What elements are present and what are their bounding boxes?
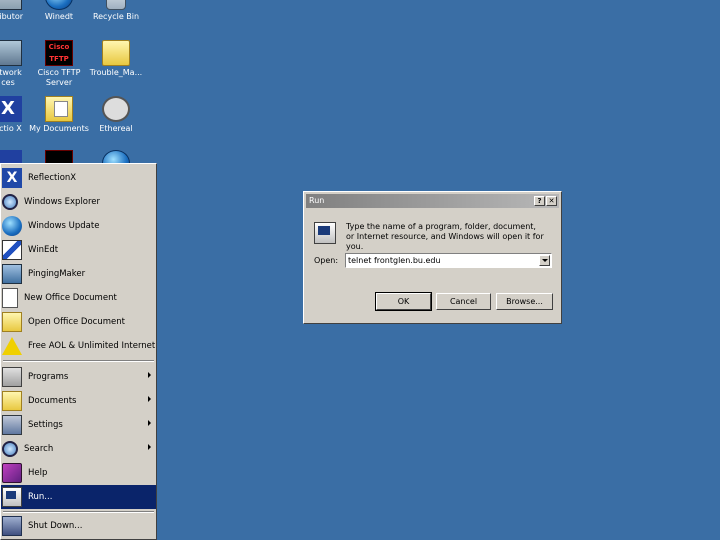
submenu-arrow-icon	[148, 420, 151, 426]
desktop-icon-label: Cisco TFTP Server	[37, 68, 81, 87]
menu-item-label: Help	[28, 468, 48, 478]
menu-item-label: PingingMaker	[28, 269, 86, 279]
run-icon	[314, 222, 336, 244]
settings-icon	[2, 415, 22, 435]
help-button[interactable]: ?	[534, 196, 545, 206]
dialog-description: Type the name of a program, folder, docu…	[346, 222, 544, 251]
menu-item-label: Shut Down...	[28, 521, 83, 531]
shutdown-icon	[2, 516, 22, 536]
programs-icon	[2, 367, 22, 387]
desktop-icon-label: My Documents	[29, 124, 89, 133]
menu-item-label: WinEdt	[28, 245, 59, 255]
dialog-title-bar[interactable]: Run ? ✕	[306, 194, 559, 208]
menu-item-label: ReflectionX	[28, 173, 77, 183]
magnifier-icon	[2, 194, 18, 210]
desktop-icon-winedt[interactable]: Winedt	[29, 0, 89, 22]
globe-icon	[45, 0, 73, 10]
start-menu-item-run[interactable]: Run...	[1, 485, 156, 509]
aol-icon	[2, 337, 22, 355]
help-icon	[2, 463, 22, 483]
desktop-icon-my-documents[interactable]: My Documents	[29, 96, 89, 134]
menu-item-label: Free AOL & Unlimited Internet	[28, 341, 156, 351]
folder-icon	[2, 391, 22, 411]
pen-icon	[2, 240, 22, 260]
document-icon	[2, 288, 18, 308]
recycle-bin-icon	[106, 0, 126, 10]
menu-item-label: Windows Explorer	[24, 197, 101, 207]
close-button[interactable]: ✕	[546, 196, 557, 206]
desktop-icon-label: Winedt	[44, 12, 74, 21]
start-menu-item-winedt[interactable]: WinEdt	[1, 238, 156, 262]
menu-item-label: New Office Document	[24, 293, 117, 303]
menu-item-label: Run...	[28, 492, 53, 502]
globe-icon	[2, 216, 22, 236]
start-menu-item-shut-down[interactable]: Shut Down...	[1, 514, 156, 538]
search-icon	[2, 441, 18, 457]
submenu-arrow-icon	[148, 444, 151, 450]
reflection-x-icon: X	[2, 168, 22, 188]
computer-icon	[0, 0, 22, 10]
start-menu-item-new-office-document[interactable]: New Office Document	[1, 286, 156, 310]
desktop-icon-trouble-folder[interactable]: Trouble_Ma...	[86, 40, 146, 78]
open-combobox[interactable]: telnet frontglen.bu.edu	[345, 253, 552, 268]
desktop-icon-label: Recycle Bin	[92, 12, 140, 21]
cancel-button[interactable]: Cancel	[436, 293, 491, 310]
open-field-value[interactable]: telnet frontglen.bu.edu	[348, 256, 441, 265]
menu-item-label: Programs	[28, 372, 69, 382]
menu-separator	[3, 360, 154, 362]
start-menu-item-search[interactable]: Search	[1, 437, 156, 461]
start-menu-item-open-office-document[interactable]: Open Office Document	[1, 310, 156, 334]
open-folder-icon	[2, 312, 22, 332]
open-label: Open:	[314, 256, 339, 265]
start-menu-item-windows-explorer[interactable]: Windows Explorer	[1, 190, 156, 214]
start-menu-item-free-aol[interactable]: Free AOL & Unlimited Internet	[1, 334, 156, 358]
start-menu-item-documents[interactable]: Documents	[1, 389, 156, 413]
ethereal-icon	[102, 96, 130, 122]
start-menu: X ReflectionX Windows Explorer Windows U…	[0, 163, 157, 540]
dialog-title: Run	[309, 196, 325, 205]
menu-item-label: Documents	[28, 396, 77, 406]
start-menu-item-help[interactable]: Help	[1, 461, 156, 485]
desktop-icon-label: Ethereal	[99, 124, 133, 133]
menu-item-label: Search	[24, 444, 54, 454]
network-icon	[2, 264, 22, 284]
start-menu-item-windows-update[interactable]: Windows Update	[1, 214, 156, 238]
start-menu-item-programs[interactable]: Programs	[1, 365, 156, 389]
browse-button[interactable]: Browse...	[496, 293, 553, 310]
start-menu-item-settings[interactable]: Settings	[1, 413, 156, 437]
run-dialog: Run ? ✕ Type the name of a program, fold…	[303, 191, 562, 324]
menu-separator	[3, 511, 154, 513]
menu-item-label: Settings	[28, 420, 63, 430]
submenu-arrow-icon	[148, 372, 151, 378]
desktop-icon-cisco-tftp[interactable]: Cisco TFTP Cisco TFTP Server	[29, 40, 89, 88]
ok-button[interactable]: OK	[375, 292, 432, 311]
chevron-down-icon[interactable]	[539, 255, 550, 266]
menu-item-label: Open Office Document	[28, 317, 125, 327]
my-documents-icon	[45, 96, 73, 122]
desktop-icon-recycle-bin[interactable]: Recycle Bin	[86, 0, 146, 22]
start-menu-item-pingingmaker[interactable]: PingingMaker	[1, 262, 156, 286]
folder-icon	[102, 40, 130, 66]
run-icon	[2, 487, 22, 507]
start-menu-item-reflectionx[interactable]: X ReflectionX	[1, 166, 156, 190]
reflection-x-icon: X	[0, 96, 22, 122]
submenu-arrow-icon	[148, 396, 151, 402]
desktop-icon-ethereal[interactable]: Ethereal	[86, 96, 146, 134]
network-icon	[0, 40, 22, 66]
menu-item-label: Windows Update	[28, 221, 100, 231]
desktop-icon-label: Trouble_Ma...	[89, 68, 143, 77]
cisco-tftp-icon: Cisco TFTP	[45, 40, 73, 66]
